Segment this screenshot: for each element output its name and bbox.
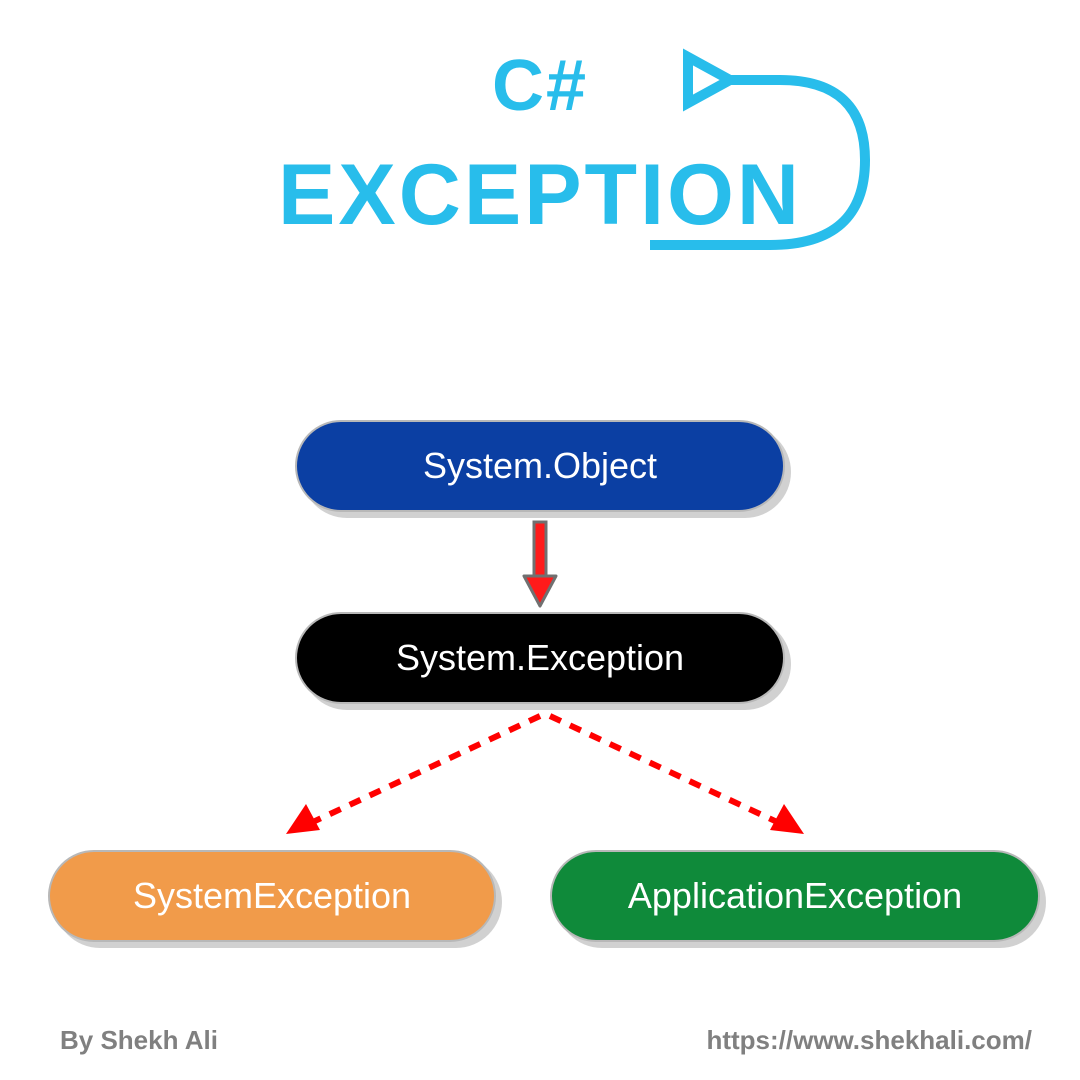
title-block: C# EXCEPTION (0, 50, 1080, 238)
branch-arrows-icon (160, 710, 920, 860)
node-label: ApplicationException (628, 875, 962, 917)
footer-author: By Shekh Ali (60, 1025, 218, 1056)
node-label: System.Exception (396, 637, 684, 679)
title-line-2: EXCEPTION (0, 152, 1080, 238)
node-label: System.Object (423, 445, 657, 487)
down-arrow-icon (520, 518, 560, 610)
title-line-1: C# (0, 50, 1080, 122)
node-system-exception-base: System.Exception (295, 612, 785, 704)
node-system-object: System.Object (295, 420, 785, 512)
node-application-exception: ApplicationException (550, 850, 1040, 942)
node-label: SystemException (133, 875, 411, 917)
footer-url: https://www.shekhali.com/ (706, 1025, 1032, 1056)
node-system-exception: SystemException (48, 850, 496, 942)
